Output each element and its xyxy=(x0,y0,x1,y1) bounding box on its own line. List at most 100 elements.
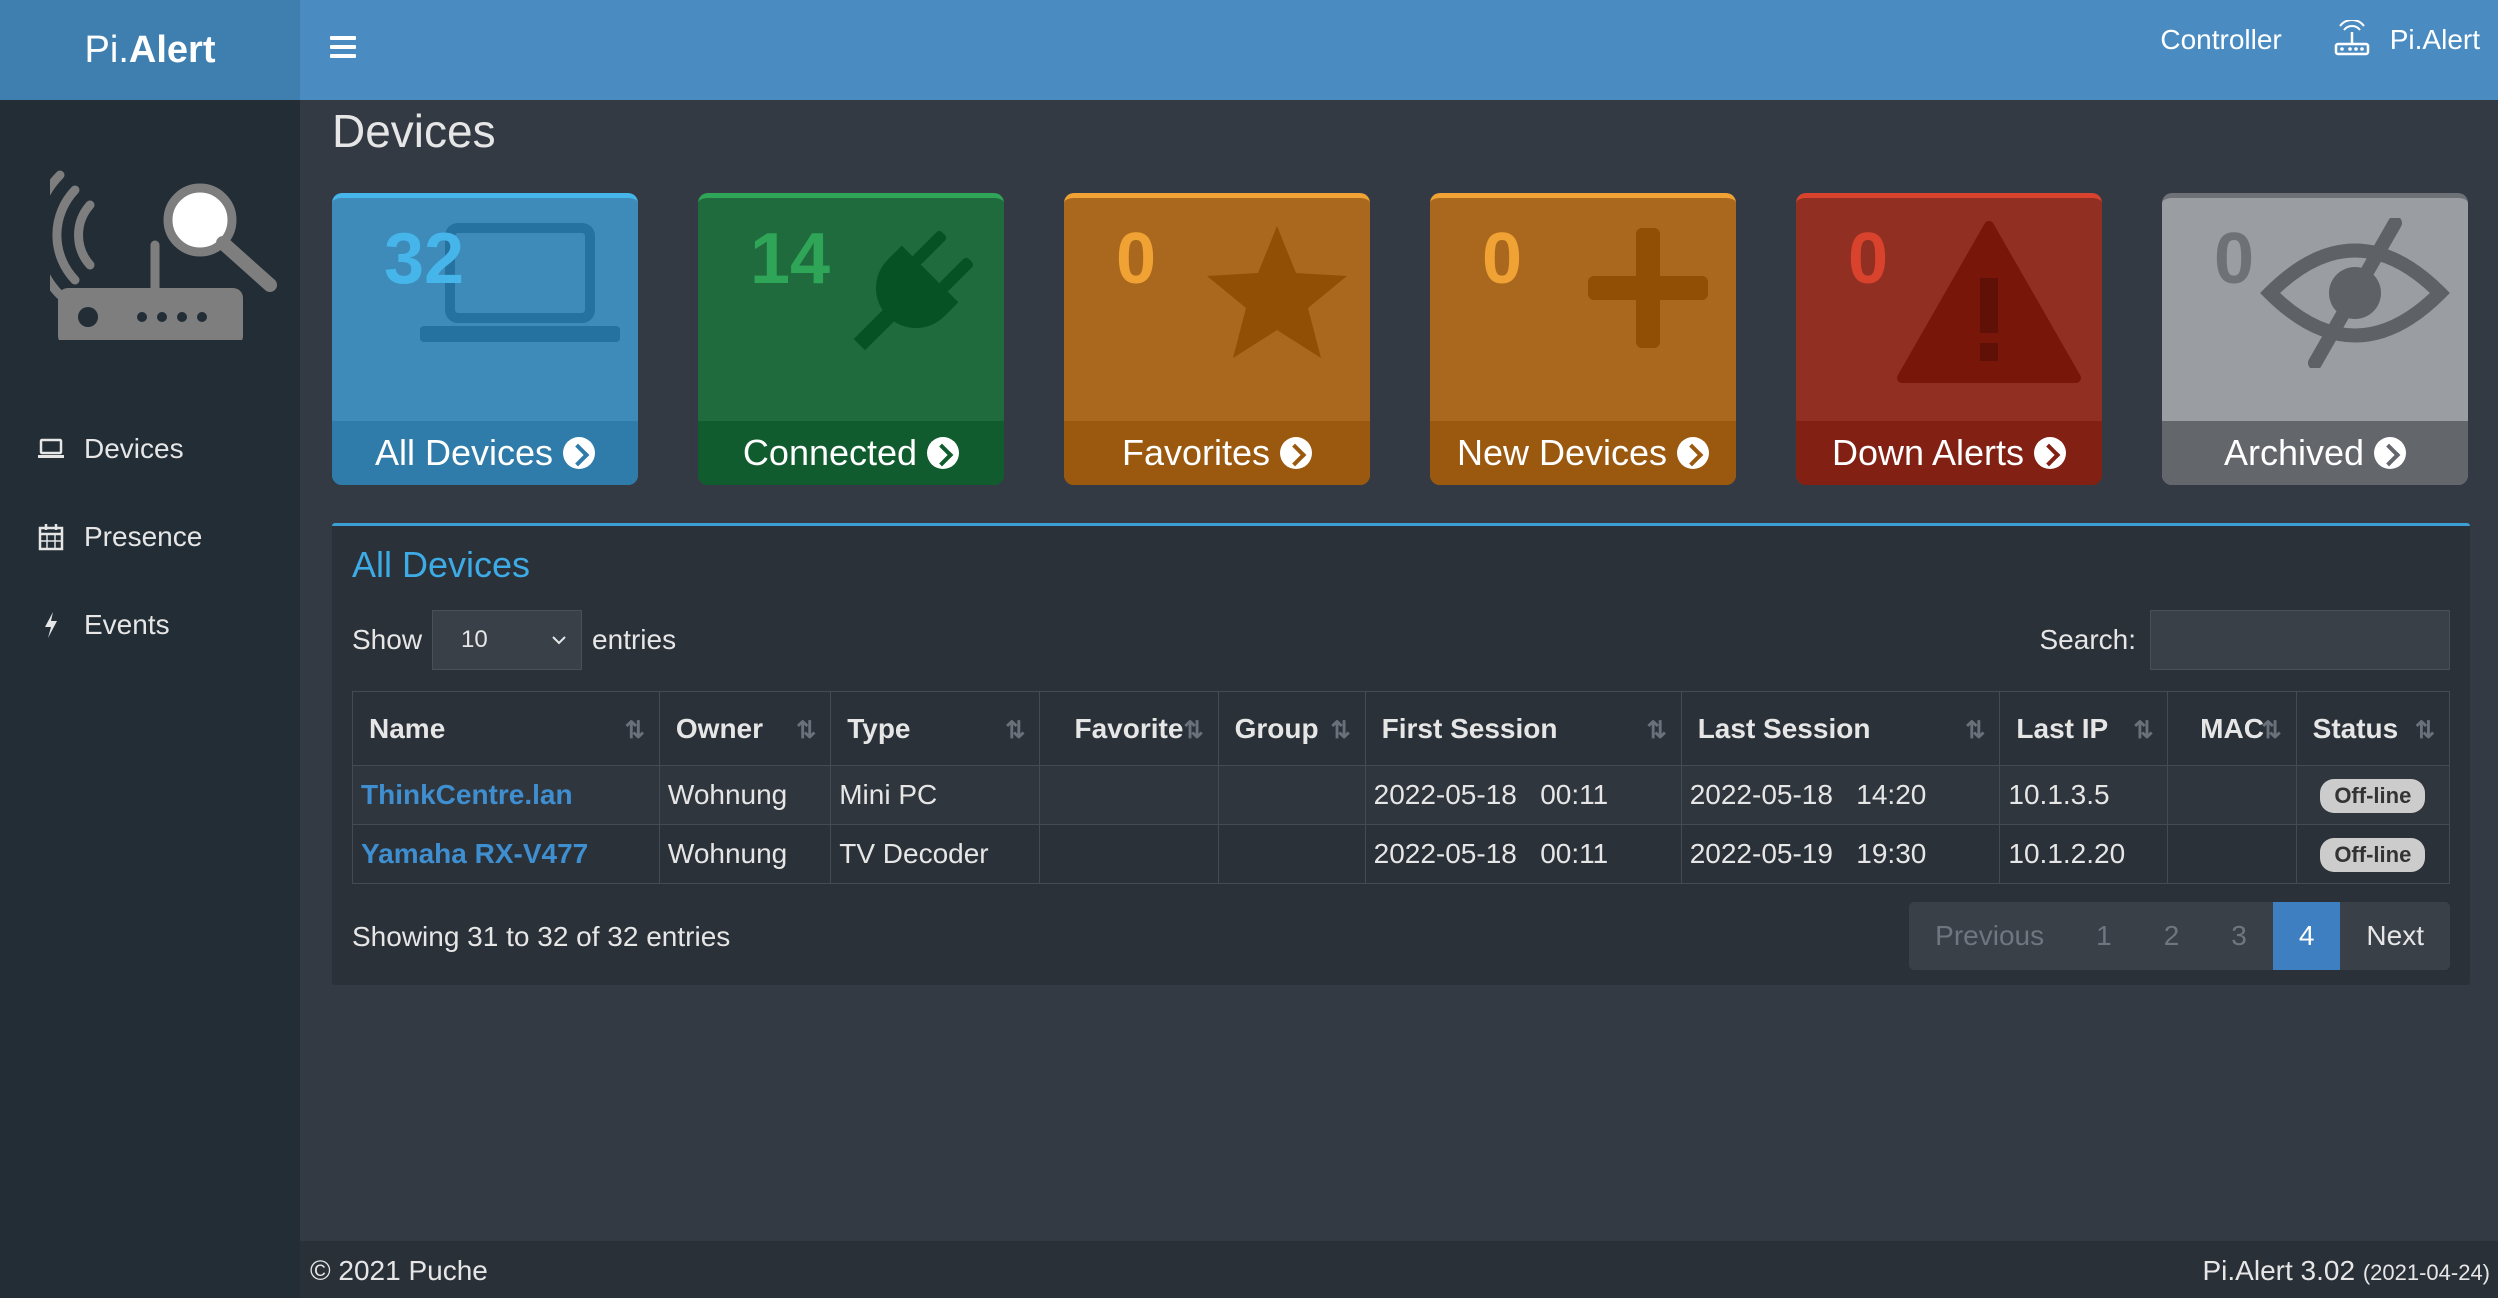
tile-label: Archived xyxy=(2223,432,2365,473)
tile-count: 32 xyxy=(384,219,465,299)
calendar-icon xyxy=(34,523,68,551)
tile-footer[interactable]: All Devices xyxy=(332,421,638,485)
tile-footer[interactable]: Archived xyxy=(2162,421,2468,485)
cell-favorite xyxy=(1039,765,1219,825)
footer-date: (2021-04-24) xyxy=(2362,1260,2490,1285)
tile-count: 0 xyxy=(1116,219,1157,299)
sidebar-item-label: Devices xyxy=(84,433,184,464)
tile-label: Connected xyxy=(742,432,918,473)
cell-mac xyxy=(2167,824,2297,884)
column-header-favorite[interactable]: Favorite ⇅ xyxy=(1039,691,1219,766)
column-label: MAC xyxy=(2200,712,2264,744)
device-link[interactable]: Yamaha RX-V477 xyxy=(361,838,588,869)
pager-page-3[interactable]: 3 xyxy=(2205,902,2273,970)
sidebar-item-presence[interactable]: Presence xyxy=(0,493,300,581)
cell-name: ThinkCentre.lan xyxy=(352,765,660,825)
sort-icon: ⇅ xyxy=(624,717,645,744)
footer-version: Pi.Alert 3.02 xyxy=(2202,1255,2356,1286)
column-header-status[interactable]: Status ⇅ xyxy=(2295,691,2451,766)
tile-down-alerts[interactable]: 0 Down Alerts xyxy=(1796,193,2102,485)
controller-link[interactable]: Controller xyxy=(2160,24,2281,56)
tile-all-devices[interactable]: 32 All Devices xyxy=(332,193,638,485)
status-badge: Off-line xyxy=(2320,837,2426,872)
column-header-group[interactable]: Group ⇅ xyxy=(1217,691,1366,766)
search-input[interactable] xyxy=(2150,610,2450,670)
pialert-logo-icon xyxy=(50,170,277,340)
pager-next[interactable]: Next xyxy=(2340,902,2450,970)
tile-new-devices[interactable]: 0 New Devices xyxy=(1430,193,1736,485)
search-label: Search: xyxy=(2039,624,2137,655)
sidebar-item-events[interactable]: Events xyxy=(0,581,300,669)
column-header-owner[interactable]: Owner ⇅ xyxy=(658,691,832,766)
column-label: Name xyxy=(369,712,446,744)
sort-icon: ⇅ xyxy=(2414,717,2435,744)
tile-favorites[interactable]: 0 Favorites xyxy=(1064,193,1370,485)
cell-group xyxy=(1217,824,1366,884)
cell-last-session: 2022-05-19 19:30 xyxy=(1680,824,2001,884)
arrow-circle-right-icon xyxy=(1677,437,1710,469)
column-label: Owner xyxy=(675,712,764,744)
column-label: Last IP xyxy=(2016,712,2109,744)
column-header-last-session[interactable]: Last Session ⇅ xyxy=(1680,691,2001,766)
bolt-icon xyxy=(34,611,68,639)
warning-icon xyxy=(1894,218,2084,393)
user-menu[interactable]: Pi.Alert xyxy=(2332,20,2480,60)
sort-icon: ⇅ xyxy=(796,717,817,744)
cell-last-ip: 10.1.2.20 xyxy=(1999,824,2169,884)
cell-last-ip: 10.1.3.5 xyxy=(1999,765,2169,825)
arrow-circle-right-icon xyxy=(927,437,960,469)
brand-bold: Alert xyxy=(128,28,216,71)
menu-toggle-icon[interactable] xyxy=(330,36,356,60)
tile-footer[interactable]: Down Alerts xyxy=(1796,421,2102,485)
plug-icon xyxy=(836,218,986,373)
column-header-last-ip[interactable]: Last IP ⇅ xyxy=(1999,691,2169,766)
column-header-name[interactable]: Name ⇅ xyxy=(352,691,660,766)
pager-page-2[interactable]: 2 xyxy=(2137,902,2206,970)
pagination: Previous 1 2 3 4 Next xyxy=(1909,902,2450,970)
tile-footer[interactable]: New Devices xyxy=(1430,421,1736,485)
column-header-mac[interactable]: MAC ⇅ xyxy=(2167,691,2297,766)
chevron-down-icon xyxy=(552,636,566,645)
cell-status: Off-line xyxy=(2295,765,2451,825)
router-icon xyxy=(2334,20,2369,56)
page-title: Devices xyxy=(332,105,496,157)
box-title: All Devices xyxy=(352,544,531,585)
laptop-icon xyxy=(34,438,68,460)
cell-owner: Wohnung xyxy=(658,765,832,825)
pager-page-4[interactable]: 4 xyxy=(2272,902,2341,970)
device-link[interactable]: ThinkCentre.lan xyxy=(361,779,573,810)
sidebar-item-devices[interactable]: Devices xyxy=(0,405,300,493)
pager-previous[interactable]: Previous xyxy=(1909,902,2071,970)
all-devices-box: All Devices Show 10 entries Search: Name… xyxy=(332,523,2470,985)
brand-logo[interactable]: Pi. Alert xyxy=(0,0,300,100)
sort-icon: ⇅ xyxy=(2133,717,2154,744)
eye-slash-icon xyxy=(2260,216,2450,373)
tile-label: All Devices xyxy=(374,432,554,473)
column-label: First Session xyxy=(1381,712,1558,744)
entries-select[interactable]: 10 xyxy=(432,610,583,670)
tile-archived[interactable]: 0 Archived xyxy=(2162,193,2468,485)
cell-mac xyxy=(2167,765,2297,825)
pager-page-1[interactable]: 1 xyxy=(2070,902,2138,970)
column-label: Type xyxy=(847,712,911,744)
footer-copyright: © 2021 Puche xyxy=(310,1255,488,1286)
arrow-circle-right-icon xyxy=(2374,437,2407,469)
top-navbar: Controller Pi.Alert xyxy=(300,0,2498,100)
tile-footer[interactable]: Favorites xyxy=(1064,421,1370,485)
sort-icon: ⇅ xyxy=(1330,717,1351,744)
star-icon xyxy=(1202,218,1352,373)
column-header-first-session[interactable]: First Session ⇅ xyxy=(1364,691,1682,766)
status-badge: Off-line xyxy=(2320,778,2426,813)
tile-label: Favorites xyxy=(1121,432,1271,473)
column-label: Status xyxy=(2312,712,2399,744)
sort-icon: ⇅ xyxy=(1965,717,1986,744)
tile-footer[interactable]: Connected xyxy=(698,421,1004,485)
cell-favorite xyxy=(1039,824,1219,884)
footer: © 2021 Puche Pi.Alert 3.02 (2021-04-24) xyxy=(300,1241,2498,1298)
sidebar-item-label: Events xyxy=(84,609,170,640)
tile-connected[interactable]: 14 Connected xyxy=(698,193,1004,485)
tile-label: New Devices xyxy=(1456,432,1668,473)
cell-owner: Wohnung xyxy=(658,824,832,884)
brand-prefix: Pi. xyxy=(84,28,129,71)
column-header-type[interactable]: Type ⇅ xyxy=(830,691,1041,766)
